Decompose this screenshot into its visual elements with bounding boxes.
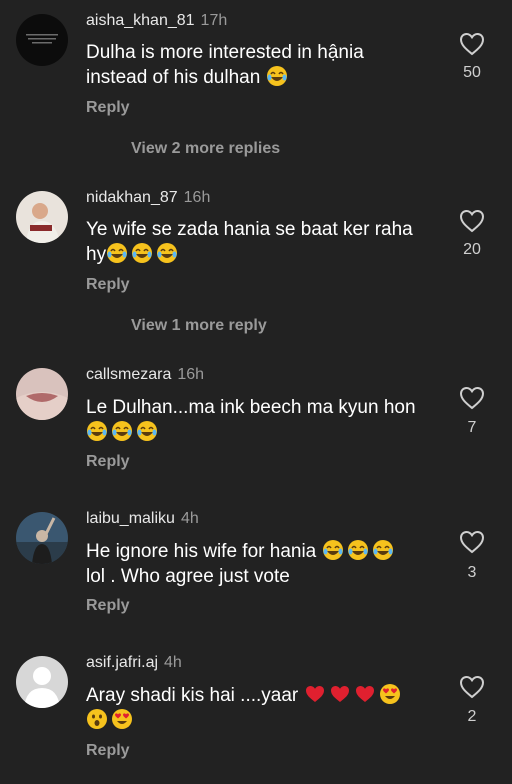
comment-text-line: Le Dulhan...ma ink beech ma kyun hon — [86, 397, 416, 418]
avatar[interactable] — [16, 191, 68, 243]
heart-outline-icon — [459, 209, 485, 233]
like-count: 20 — [463, 241, 481, 258]
comment-text-line: hy — [86, 244, 107, 265]
comment-text-line: Dulha is more interested in hậnia — [86, 42, 364, 63]
like-count: 2 — [467, 708, 477, 725]
laughing-tears-emoji-icon — [372, 539, 394, 561]
like-count: 7 — [467, 419, 477, 436]
username[interactable]: asif.jafri.aj — [86, 654, 158, 671]
reply-button[interactable]: Reply — [86, 453, 130, 471]
comment-text-line: He ignore his wife for hania — [86, 541, 317, 562]
avatar[interactable] — [16, 368, 68, 420]
timestamp: 17h — [200, 12, 228, 29]
heart-outline-icon — [459, 32, 485, 56]
heart-eyes-emoji-icon — [379, 683, 401, 705]
laughing-tears-emoji-icon — [266, 65, 288, 87]
reply-button[interactable]: Reply — [86, 742, 130, 760]
comment-meta: asif.jafri.aj 4h — [86, 654, 182, 672]
red-heart-emoji-icon — [354, 683, 376, 705]
like-button[interactable] — [458, 529, 486, 555]
username[interactable]: nidakhan_87 — [86, 189, 178, 206]
timestamp: 4h — [164, 654, 182, 671]
comment-text-line: Ye wife se zada hania se baat ker raha — [86, 219, 413, 240]
username[interactable]: laibu_maliku — [86, 510, 175, 527]
red-heart-emoji-icon — [329, 683, 351, 705]
laughing-tears-emoji-icon — [347, 539, 369, 561]
comment-meta: callsmezara 16h — [86, 366, 204, 384]
comment-text-line: lol . Who agree just vote — [86, 566, 290, 587]
comment-text: He ignore his wife for hania lol . Who a… — [86, 539, 426, 589]
red-heart-emoji-icon — [304, 683, 326, 705]
avatar[interactable] — [16, 14, 68, 66]
comment-text: Dulha is more interested in hậnia instea… — [86, 40, 426, 90]
view-more-replies[interactable]: View 2 more replies — [131, 140, 280, 158]
heart-outline-icon — [459, 675, 485, 699]
timestamp: 16h — [177, 366, 205, 383]
like-count: 3 — [467, 564, 477, 581]
username[interactable]: aisha_khan_81 — [86, 12, 195, 29]
comment-meta: nidakhan_87 16h — [86, 189, 210, 207]
default-avatar-icon — [16, 656, 68, 708]
avatar[interactable] — [16, 512, 68, 564]
like-button[interactable] — [458, 674, 486, 700]
timestamp: 16h — [183, 189, 211, 206]
laughing-tears-emoji-icon — [322, 539, 344, 561]
comment-text-line: instead of his dulhan — [86, 67, 261, 88]
laughing-tears-emoji-icon — [86, 420, 108, 442]
comment-text: Aray shadi kis hai ....yaar — [86, 683, 426, 733]
astonished-emoji-icon — [86, 708, 108, 730]
reply-button[interactable]: Reply — [86, 99, 130, 117]
reply-button[interactable]: Reply — [86, 276, 130, 294]
laughing-tears-emoji-icon — [106, 242, 128, 264]
like-count: 50 — [463, 64, 481, 81]
comment-text-line: Aray shadi kis hai ....yaar — [86, 685, 299, 706]
heart-outline-icon — [459, 530, 485, 554]
reply-button[interactable]: Reply — [86, 597, 130, 615]
laughing-tears-emoji-icon — [156, 242, 178, 264]
laughing-tears-emoji-icon — [111, 420, 133, 442]
laughing-tears-emoji-icon — [131, 242, 153, 264]
comment-text: Ye wife se zada hania se baat ker raha h… — [86, 217, 426, 267]
laughing-tears-emoji-icon — [136, 420, 158, 442]
avatar[interactable] — [16, 656, 68, 708]
comment-meta: laibu_maliku 4h — [86, 510, 199, 528]
timestamp: 4h — [180, 510, 199, 527]
heart-eyes-emoji-icon — [111, 708, 133, 730]
username[interactable]: callsmezara — [86, 366, 171, 383]
comment-text: Le Dulhan...ma ink beech ma kyun hon — [86, 395, 426, 445]
like-button[interactable] — [458, 208, 486, 234]
like-button[interactable] — [458, 385, 486, 411]
comment-meta: aisha_khan_81 17h — [86, 12, 227, 30]
view-more-replies[interactable]: View 1 more reply — [131, 317, 267, 335]
heart-outline-icon — [459, 386, 485, 410]
like-button[interactable] — [458, 31, 486, 57]
